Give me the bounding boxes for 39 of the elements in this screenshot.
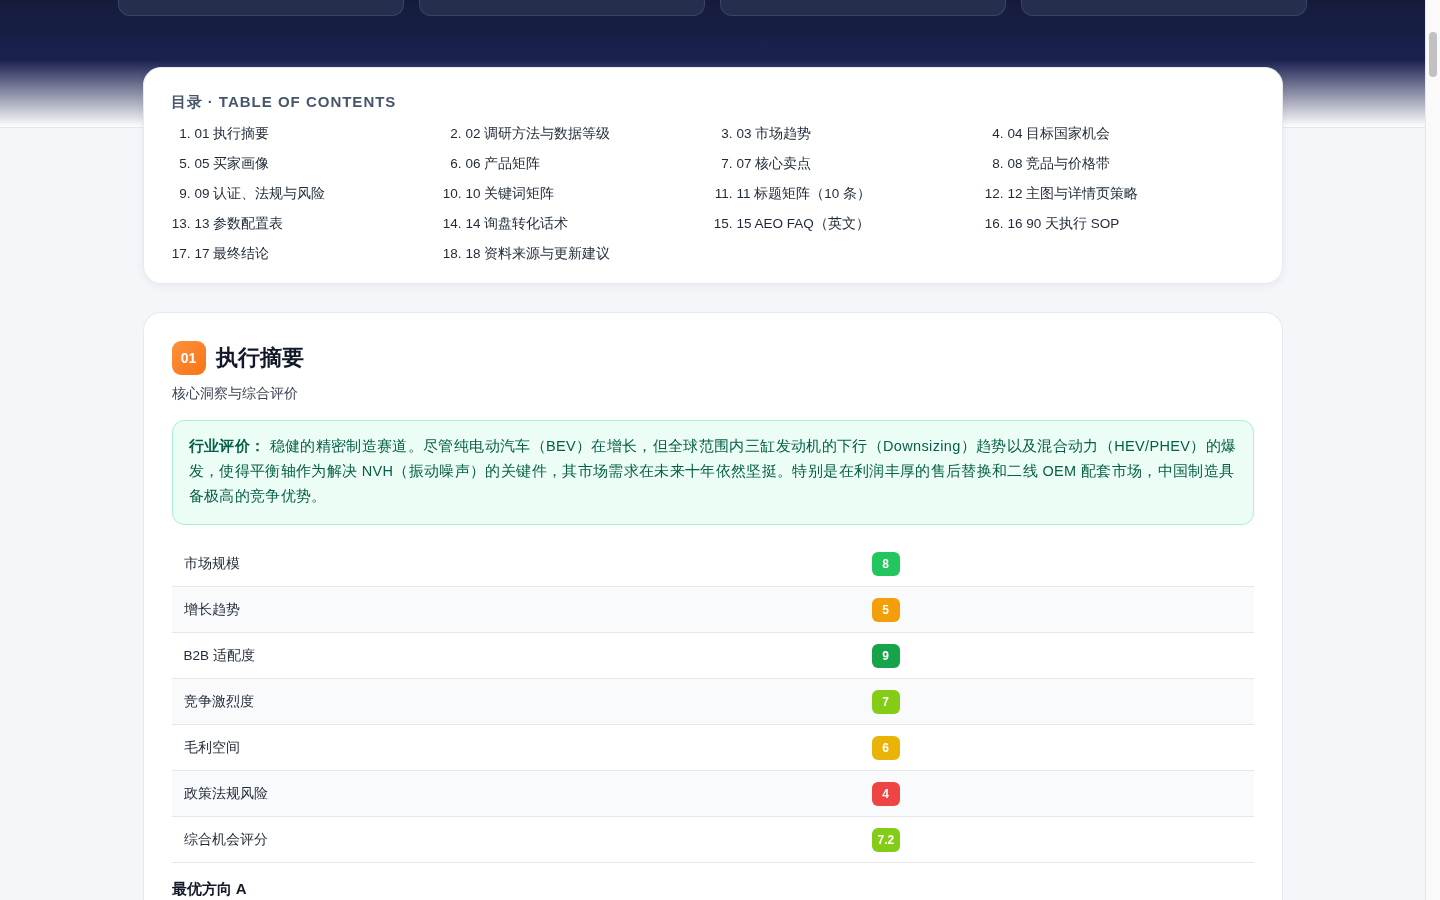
score-pill: 5 [871, 597, 900, 622]
metric-label: 政策法规风险 [182, 784, 269, 803]
score-pill: 4 [871, 781, 900, 806]
metric-label: 市场规模 [182, 554, 241, 573]
toc-link[interactable]: 11. 11 标题矩阵（10 条） [706, 183, 978, 205]
toc-link[interactable]: 16. 16 90 天执行 SOP [977, 213, 1249, 235]
toc-link[interactable]: 13. 13 参数配置表 [164, 213, 436, 235]
toc-link[interactable]: 15. 15 AEO FAQ（英文） [706, 213, 978, 235]
score-pill: 6 [871, 735, 900, 760]
score-pill: 7 [871, 689, 900, 714]
metric-label: 毛利空间 [182, 738, 241, 757]
subsection-heading: 最优方向 A [171, 880, 248, 897]
toc-link[interactable]: 8. 08 竞品与价格带 [977, 153, 1249, 175]
toc-link[interactable]: 1. 01 执行摘要 [164, 123, 436, 145]
toc-link[interactable]: 17. 17 最终结论 [164, 243, 436, 265]
toc-link[interactable]: 5. 05 买家画像 [164, 153, 436, 175]
toc-link[interactable]: 4. 04 目标国家机会 [977, 123, 1249, 145]
metric-label: B2B 适配度 [182, 646, 256, 665]
metric-label: 综合机会评分 [182, 830, 269, 849]
toc-link[interactable]: 7. 07 核心卖点 [706, 153, 978, 175]
toc-link[interactable]: 10. 10 关键词矩阵 [435, 183, 707, 205]
score-pill: 8 [871, 551, 900, 576]
score-pill: 9 [871, 643, 900, 668]
scrollbar-thumb[interactable] [1429, 32, 1437, 77]
section-number-badge: 01 [171, 341, 206, 375]
toc-link[interactable]: 18. 18 资料来源与更新建议 [435, 243, 707, 265]
toc-link[interactable]: 14. 14 询盘转化话术 [435, 213, 707, 235]
toc-link[interactable]: 9. 09 认证、法规与风险 [164, 183, 436, 205]
evaluation-callout: 行业评价： 稳健的精密制造赛道。尽管纯电动汽车（BEV）在增长，但全球范围内三缸发动机的下行（Downsizing）趋势以及混合动力（HEV/PHEV）的爆发，使得平衡轴作为解决 NVH（振动噪声）的关键件，其市场需求在未来十年依然坚挺。特别是在利润丰厚的售后替换和二线 OEM 配套市场，中国制造具备极高的竞争优势。 [171, 420, 1254, 525]
score-pill: 7.2 [871, 827, 901, 852]
section-title: 执行摘要 [215, 344, 304, 372]
toc-link[interactable]: 12. 12 主图与详情页策略 [977, 183, 1249, 205]
metric-label: 竞争激烈度 [182, 692, 255, 711]
toc-link[interactable]: 6. 06 产品矩阵 [435, 153, 707, 175]
toc-title: 目录 · TABLE OF CONTENTS [170, 93, 398, 112]
metric-label: 增长趋势 [182, 600, 241, 619]
toc-link[interactable]: 3. 03 市场趋势 [706, 123, 978, 145]
toc-link[interactable]: 2. 02 调研方法与数据等级 [435, 123, 707, 145]
section-subtitle: 核心洞察与综合评价 [171, 385, 299, 403]
